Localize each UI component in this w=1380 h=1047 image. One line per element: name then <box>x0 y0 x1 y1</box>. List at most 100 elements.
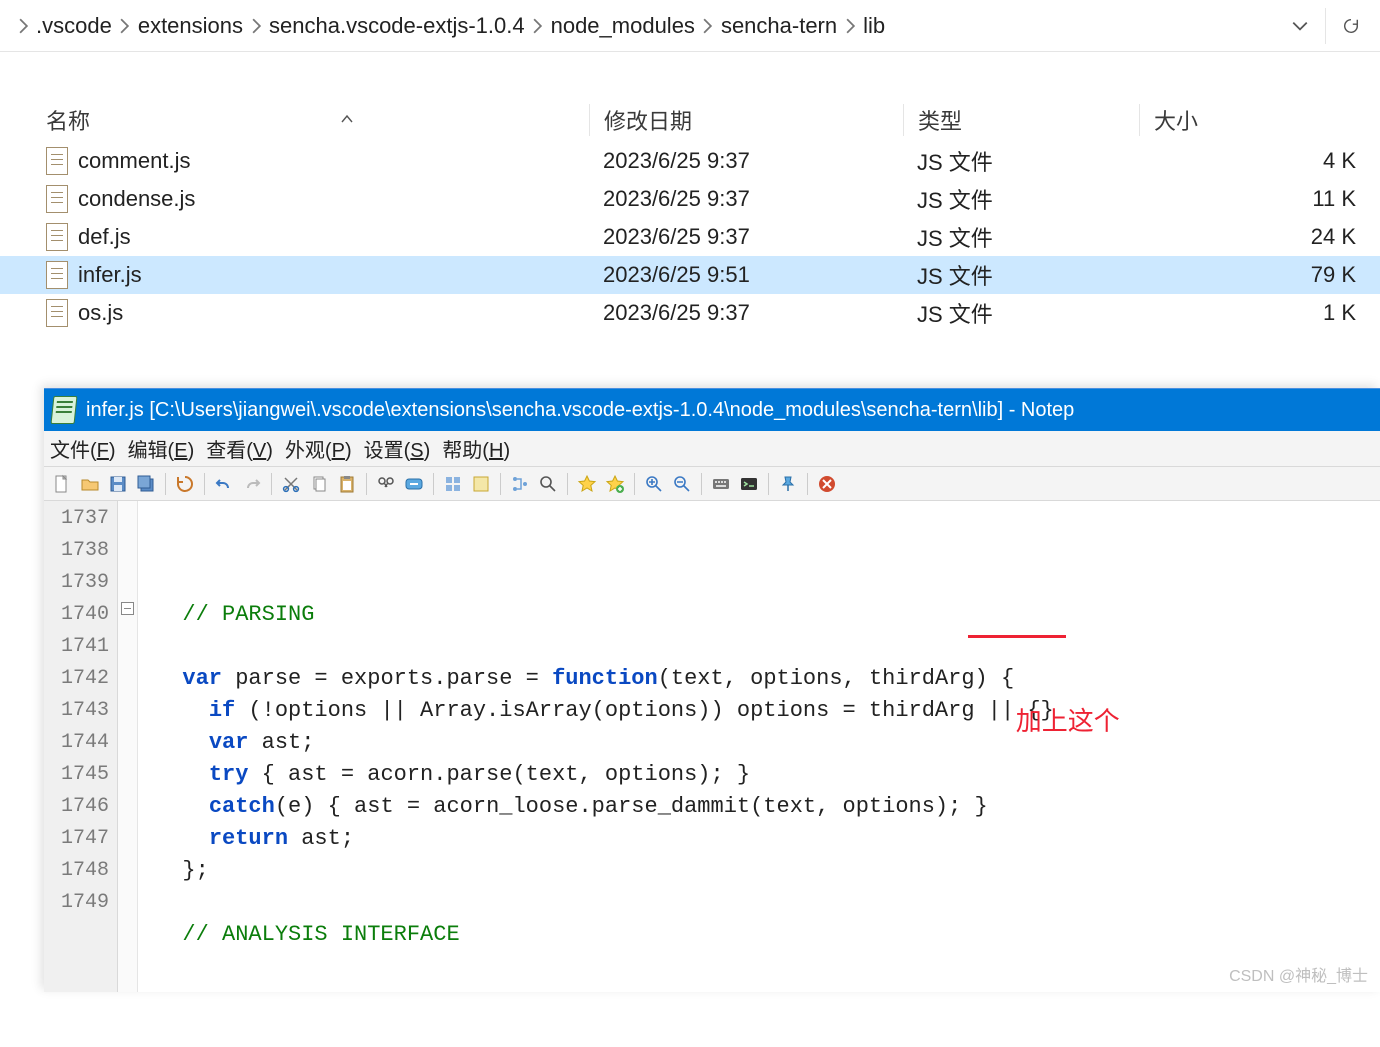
chevron-right-icon <box>247 10 265 42</box>
bookmark-icon[interactable] <box>575 472 599 496</box>
zoom-in-icon[interactable] <box>642 472 666 496</box>
file-type: JS 文件 <box>903 183 1139 215</box>
pin-icon[interactable] <box>776 472 800 496</box>
zoom-out-icon[interactable] <box>670 472 694 496</box>
menu-v[interactable]: 查看(V) <box>206 434 273 463</box>
window-title: infer.js [C:\Users\jiangwei\.vscode\exte… <box>86 399 1074 422</box>
crumb[interactable]: node_modules <box>547 9 699 43</box>
revert-icon[interactable] <box>173 472 197 496</box>
window-titlebar[interactable]: infer.js [C:\Users\jiangwei\.vscode\exte… <box>44 389 1380 431</box>
chevron-right-icon <box>116 10 134 42</box>
file-size: 24 K <box>1139 224 1380 250</box>
line-number: 1745 <box>44 759 117 791</box>
file-row[interactable]: comment.js2023/6/25 9:37JS 文件4 K <box>0 142 1380 180</box>
code-line: if (!options || Array.isArray(options)) … <box>156 695 1380 727</box>
code-area[interactable]: // PARSING var parse = exports.parse = f… <box>138 501 1380 992</box>
crumb[interactable]: sencha-tern <box>717 9 841 43</box>
menu-f[interactable]: 文件(F) <box>50 434 116 463</box>
new-file-icon[interactable] <box>50 472 74 496</box>
file-type: JS 文件 <box>903 259 1139 291</box>
code-line: // ANALYSIS INTERFACE <box>156 919 1380 951</box>
file-icon <box>46 147 68 175</box>
line-number: 1744 <box>44 727 117 759</box>
file-icon <box>46 261 68 289</box>
file-size: 1 K <box>1139 300 1380 326</box>
column-header-name[interactable]: 名称 <box>46 104 90 136</box>
file-type: JS 文件 <box>903 221 1139 253</box>
history-dropdown-button[interactable] <box>1279 6 1321 46</box>
code-line: var ast; <box>156 727 1380 759</box>
menu-bar: 文件(F) 编辑(E) 查看(V) 外观(P) 设置(S) 帮助(H) <box>44 431 1380 467</box>
terminal-icon[interactable] <box>737 472 761 496</box>
file-row[interactable]: condense.js2023/6/25 9:37JS 文件11 K <box>0 180 1380 218</box>
file-row[interactable]: infer.js2023/6/25 9:51JS 文件79 K <box>0 256 1380 294</box>
paste-icon[interactable] <box>335 472 359 496</box>
column-header-size[interactable]: 大小 <box>1139 104 1380 136</box>
menu-s[interactable]: 设置(S) <box>364 434 431 463</box>
file-list-header: 名称 修改日期 类型 大小 <box>0 98 1380 142</box>
line-number: 1743 <box>44 695 117 727</box>
redo-icon[interactable] <box>240 472 264 496</box>
save-icon[interactable] <box>106 472 130 496</box>
tree-icon[interactable] <box>508 472 532 496</box>
file-row[interactable]: os.js2023/6/25 9:37JS 文件1 K <box>0 294 1380 332</box>
column-header-type[interactable]: 类型 <box>903 104 1139 136</box>
code-line: }; <box>156 855 1380 887</box>
line-number: 1741 <box>44 631 117 663</box>
crumb[interactable]: extensions <box>134 9 247 43</box>
code-line: catch(e) { ast = acorn_loose.parse_dammi… <box>156 791 1380 823</box>
divider <box>1325 8 1326 44</box>
cut-icon[interactable] <box>279 472 303 496</box>
menu-h[interactable]: 帮助(H) <box>442 434 510 463</box>
replace-icon[interactable] <box>402 472 426 496</box>
copy-icon[interactable] <box>307 472 331 496</box>
find-icon[interactable] <box>374 472 398 496</box>
bookmark-add-icon[interactable] <box>603 472 627 496</box>
file-date: 2023/6/25 9:37 <box>589 224 903 250</box>
line-number: 1747 <box>44 823 117 855</box>
code-line: // PARSING <box>156 599 1380 631</box>
file-name: condense.js <box>78 186 195 212</box>
line-number: 1737 <box>44 503 117 535</box>
menu-p[interactable]: 外观(P) <box>285 434 352 463</box>
code-line: var parse = exports.parse = function(tex… <box>156 663 1380 695</box>
save-all-icon[interactable] <box>134 472 158 496</box>
file-type: JS 文件 <box>903 297 1139 329</box>
grid-icon[interactable] <box>441 472 465 496</box>
file-size: 4 K <box>1139 148 1380 174</box>
file-date: 2023/6/25 9:37 <box>589 148 903 174</box>
code-line <box>156 631 1380 663</box>
file-size: 79 K <box>1139 262 1380 288</box>
annotation-text: 加上这个 <box>1016 706 1120 736</box>
fold-column[interactable] <box>118 501 138 992</box>
open-file-icon[interactable] <box>78 472 102 496</box>
file-row[interactable]: def.js2023/6/25 9:37JS 文件24 K <box>0 218 1380 256</box>
close-all-icon[interactable] <box>815 472 839 496</box>
file-date: 2023/6/25 9:37 <box>589 186 903 212</box>
refresh-button[interactable] <box>1330 6 1372 46</box>
code-line <box>156 887 1380 919</box>
crumb[interactable]: sencha.vscode-extjs-1.0.4 <box>265 9 529 43</box>
file-name: os.js <box>78 300 123 326</box>
file-icon <box>46 299 68 327</box>
zoom-icon[interactable] <box>536 472 560 496</box>
menu-e[interactable]: 编辑(E) <box>128 434 195 463</box>
keyboard-icon[interactable] <box>709 472 733 496</box>
file-date: 2023/6/25 9:51 <box>589 262 903 288</box>
line-number: 1746 <box>44 791 117 823</box>
toolbar <box>44 467 1380 501</box>
fold-toggle-icon[interactable] <box>121 602 134 615</box>
file-icon <box>46 223 68 251</box>
breadcrumb: .vscode extensions sencha.vscode-extjs-1… <box>14 9 1279 43</box>
line-number: 1740 <box>44 599 117 631</box>
select-icon[interactable] <box>469 472 493 496</box>
chevron-right-icon <box>14 10 32 42</box>
undo-icon[interactable] <box>212 472 236 496</box>
file-icon <box>46 185 68 213</box>
line-number-gutter: 1737173817391740174117421743174417451746… <box>44 501 118 992</box>
crumb[interactable]: .vscode <box>32 9 116 43</box>
column-header-date[interactable]: 修改日期 <box>589 104 903 136</box>
editor[interactable]: 1737173817391740174117421743174417451746… <box>44 501 1380 992</box>
crumb[interactable]: lib <box>859 9 889 43</box>
chevron-right-icon <box>841 10 859 42</box>
